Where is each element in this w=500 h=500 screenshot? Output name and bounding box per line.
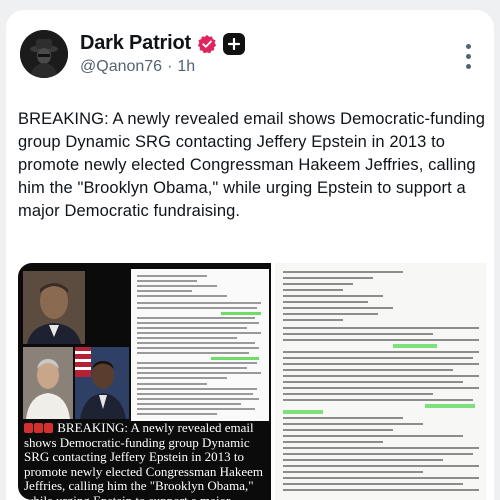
email-document-thumb xyxy=(131,269,269,421)
author-avatar[interactable] xyxy=(20,30,68,78)
separator-dot: · xyxy=(167,58,173,75)
media-caption-text: BREAKING: A newly revealed email shows D… xyxy=(24,420,263,500)
media-caption: BREAKING: A newly revealed email shows D… xyxy=(24,420,268,500)
post-media[interactable]: BREAKING: A newly revealed email shows D… xyxy=(18,263,486,500)
post-time[interactable]: 1h xyxy=(177,58,195,76)
masked-figure-icon xyxy=(20,30,68,78)
post-body-text: BREAKING: A newly revealed email shows D… xyxy=(18,110,485,220)
more-vertical-icon[interactable] xyxy=(466,44,472,69)
media-image-right[interactable] xyxy=(275,263,486,500)
alert-emoji-icon xyxy=(34,423,43,433)
author-name[interactable]: Dark Patriot xyxy=(80,32,191,55)
author-handle[interactable]: @Qanon76 xyxy=(80,58,162,76)
photo-jeffries xyxy=(75,347,129,419)
alert-emoji-icon xyxy=(44,423,53,433)
media-image-left[interactable]: BREAKING: A newly revealed email shows D… xyxy=(18,263,271,500)
plus-square-icon[interactable] xyxy=(222,32,245,55)
post-card[interactable]: Dark Patriot @Qanon76 · 1h BREAKING: A n… xyxy=(6,10,494,500)
verified-badge-icon xyxy=(197,34,217,53)
photo-epstein xyxy=(23,347,73,419)
photo-obama xyxy=(23,271,85,344)
alert-emoji-icon xyxy=(24,423,33,433)
